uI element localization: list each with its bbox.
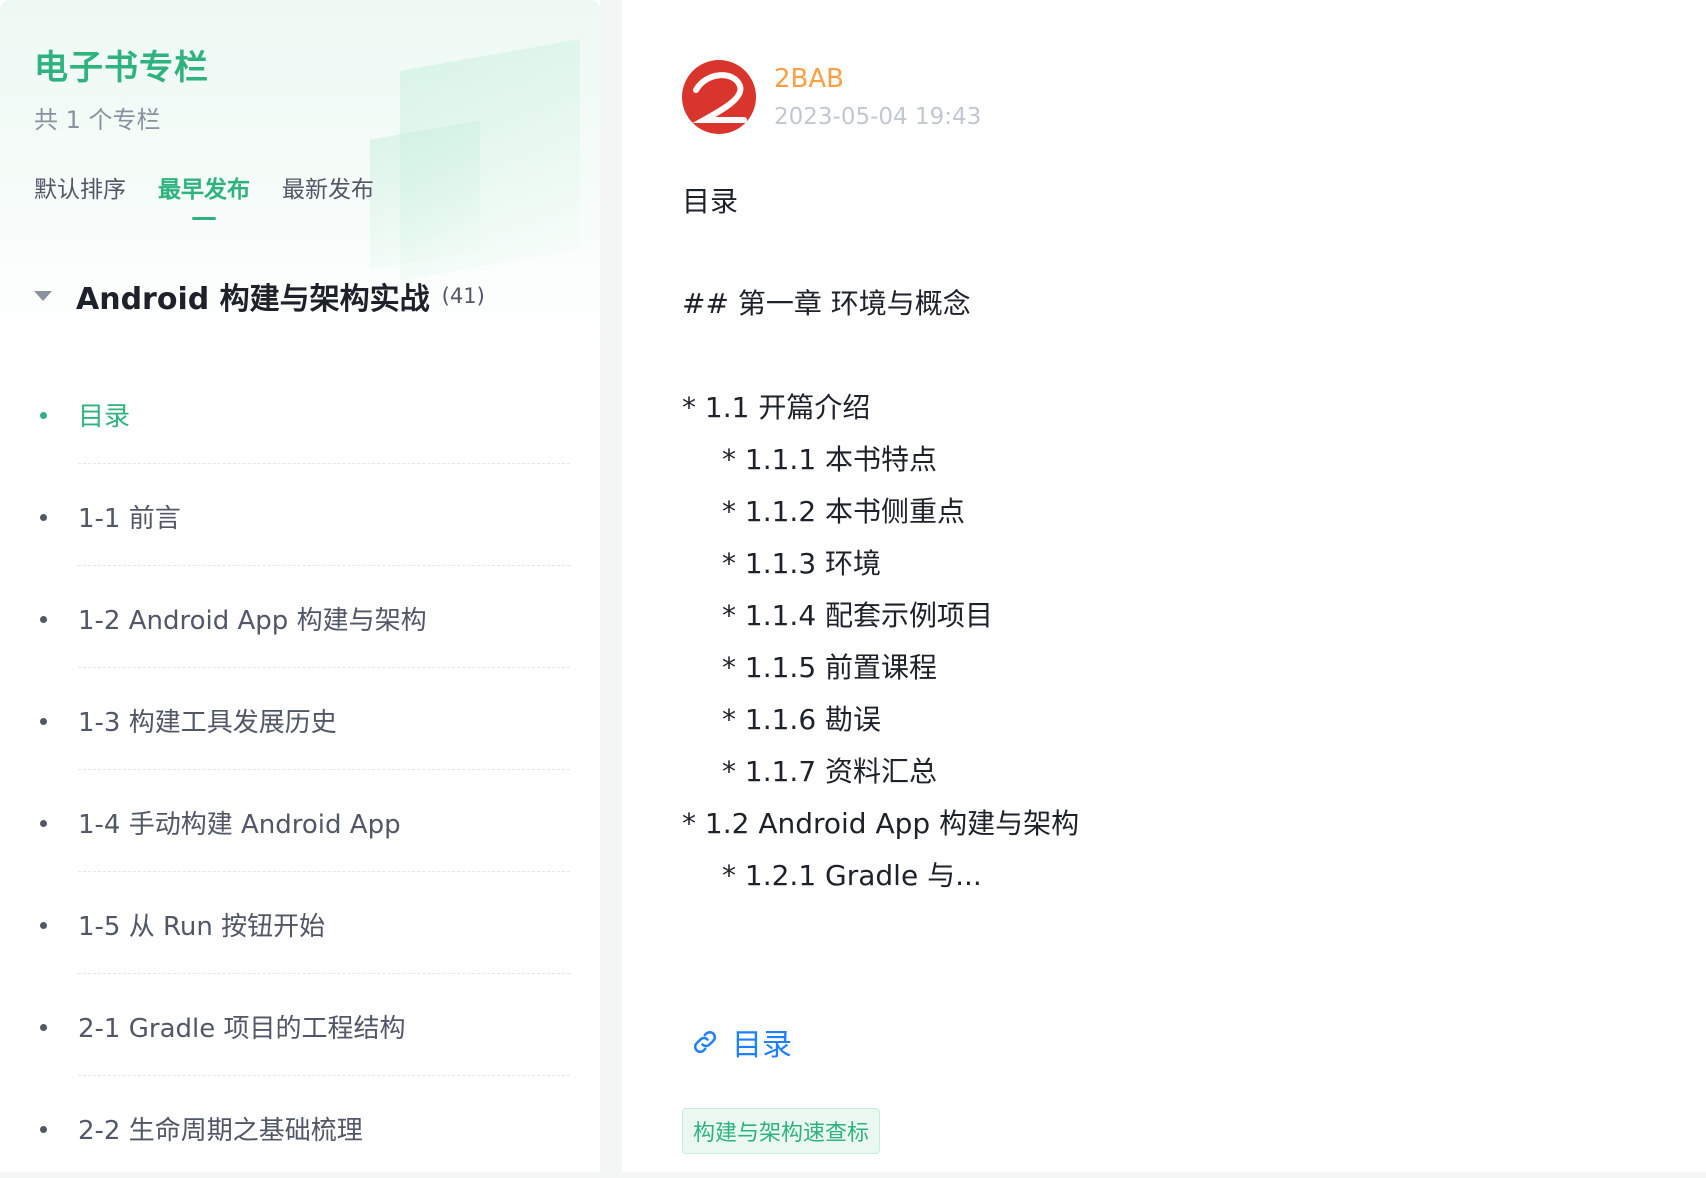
toc-item[interactable]: 目录 (0, 362, 600, 464)
toc-item-label: 1-5 从 Run 按钮开始 (78, 912, 326, 942)
bullet-icon (40, 616, 47, 623)
toc-item[interactable]: 1-1 前言 (0, 464, 600, 566)
article-panel: 2BAB 2023-05-04 19:43 目录 ## 第一章 环境与概念 * … (622, 0, 1706, 1172)
toc-item[interactable]: 1-3 构建工具发展历史 (0, 668, 600, 770)
bullet-icon (40, 718, 47, 725)
bullet-icon (40, 1024, 47, 1031)
column-count: 共 1 个专栏 (34, 106, 161, 134)
content-line: * 1.2.1 Gradle 与... (722, 859, 982, 892)
content-line: 目录 (682, 185, 739, 218)
toc-item-label: 2-1 Gradle 项目的工程结构 (78, 1014, 406, 1044)
toc-item[interactable]: 2-1 Gradle 项目的工程结构 (0, 974, 600, 1076)
brand-logo-icon[interactable] (682, 60, 756, 134)
column-header: 电子书专栏 共 1 个专栏 默认排序 最早发布 最新发布 Android 构建与… (0, 0, 600, 352)
link-icon (693, 1030, 717, 1054)
toc-item-label: 1-2 Android App 构建与架构 (78, 606, 427, 636)
toc-item-label: 2-2 生命周期之基础梳理 (78, 1116, 363, 1146)
toc-link-label: 目录 (732, 1028, 792, 1063)
toc-item[interactable]: 1-5 从 Run 按钮开始 (0, 872, 600, 974)
toc-item-label: 1-1 前言 (78, 504, 181, 534)
header-decoration (370, 120, 480, 270)
column-title: 电子书专栏 (34, 48, 209, 88)
content-line: ## 第一章 环境与概念 (682, 287, 971, 320)
book-chapter-count: (41) (441, 284, 485, 308)
bullet-icon (40, 514, 47, 521)
author-name[interactable]: 2BAB (774, 64, 844, 94)
publish-date: 2023-05-04 19:43 (774, 104, 982, 130)
content-line: * 1.1.1 本书特点 (722, 443, 938, 476)
content-line: * 1.1.7 资料汇总 (722, 755, 938, 788)
content-line: * 1.1.6 勘误 (722, 703, 882, 736)
sort-tab-default[interactable]: 默认排序 (34, 170, 126, 204)
sidebar: 电子书专栏 共 1 个专栏 默认排序 最早发布 最新发布 Android 构建与… (0, 0, 600, 1172)
bullet-icon (40, 820, 47, 827)
book-title-row[interactable]: Android 构建与架构实战 (41) (34, 274, 485, 318)
content-line: * 1.1.4 配套示例项目 (722, 599, 994, 632)
article-tag[interactable]: 构建与架构速查标 (682, 1108, 881, 1154)
toc-item[interactable]: 1-4 手动构建 Android App (0, 770, 600, 872)
sort-tab-earliest[interactable]: 最早发布 (158, 170, 250, 204)
content-line: * 1.1.2 本书侧重点 (722, 495, 966, 528)
toc-item-label: 1-3 构建工具发展历史 (78, 708, 337, 738)
toc-item[interactable]: 1-2 Android App 构建与架构 (0, 566, 600, 668)
content-line: * 1.2 Android App 构建与架构 (682, 807, 1080, 840)
book-title: Android 构建与架构实战 (76, 282, 430, 317)
content-line: * 1.1 开篇介绍 (682, 391, 871, 424)
bullet-icon (40, 412, 47, 419)
content-line: * 1.1.3 环境 (722, 547, 882, 580)
sort-tabs: 默认排序 最早发布 最新发布 (34, 170, 374, 204)
toc-list: 目录 1-1 前言 1-2 Android App 构建与架构 1-3 构建工具… (0, 362, 600, 1178)
caret-down-icon[interactable] (34, 291, 52, 301)
sort-tab-latest[interactable]: 最新发布 (282, 170, 374, 204)
bullet-icon (40, 922, 47, 929)
toc-item-label: 目录 (78, 402, 131, 432)
bullet-icon (40, 1126, 47, 1133)
toc-item[interactable]: 2-2 生命周期之基础梳理 (0, 1076, 600, 1178)
toc-link[interactable]: 目录 (690, 1020, 792, 1064)
toc-item-label: 1-4 手动构建 Android App (78, 810, 401, 840)
content-line: * 1.1.5 前置课程 (722, 651, 938, 684)
